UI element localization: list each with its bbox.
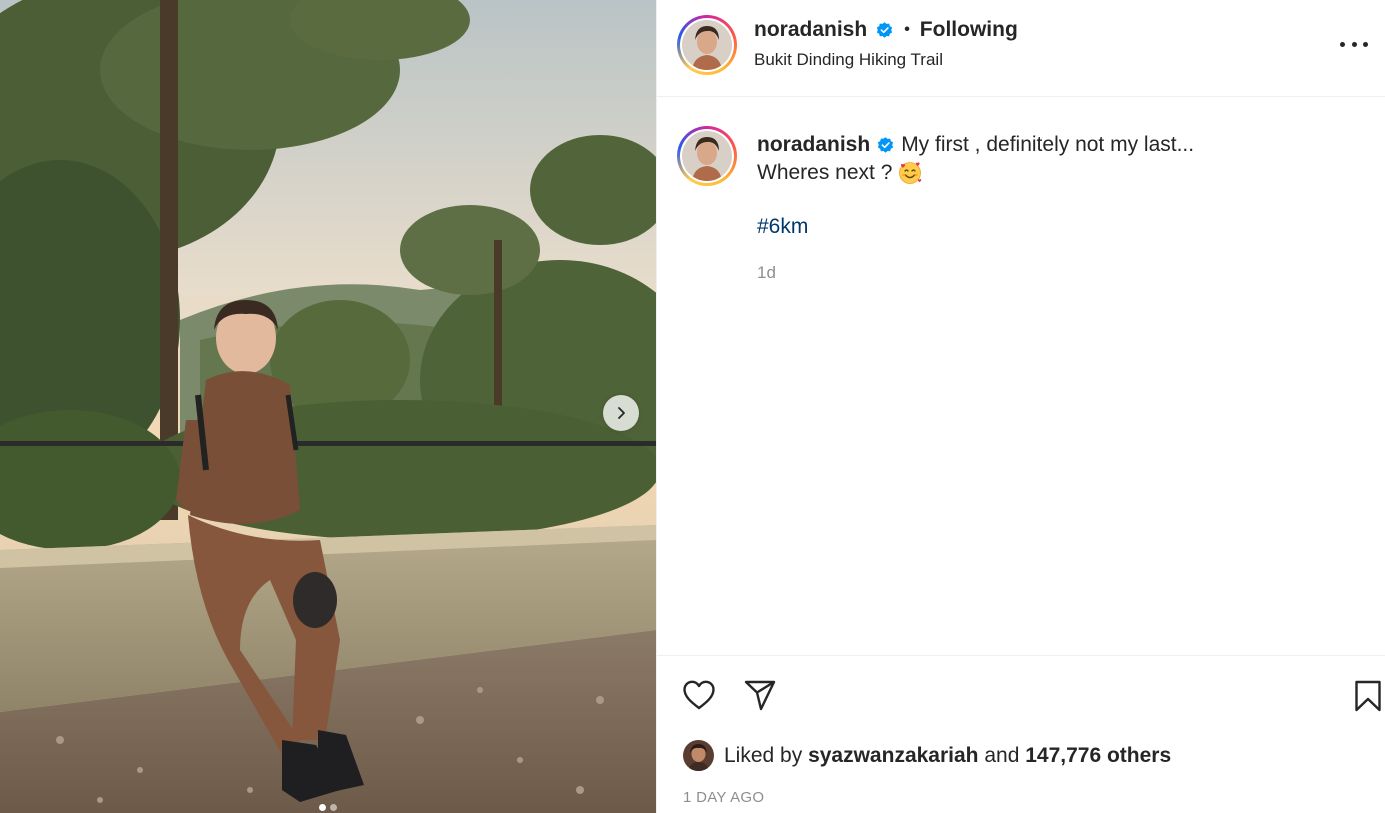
caption-timestamp[interactable]: 1d [757,263,776,283]
post-header: noradanish • Following Bukit Dinding Hik… [657,0,1385,97]
post-details-panel: noradanish • Following Bukit Dinding Hik… [656,0,1385,813]
bookmark-icon[interactable] [1350,678,1385,714]
dot-separator: • [904,21,910,38]
liked-by-others[interactable]: 147,776 others [1025,744,1171,767]
hashtag-link[interactable]: #6km [757,215,808,239]
smiling-face-with-hearts-emoji [898,161,922,185]
caption-second-line: Wheres next ? [757,161,922,185]
caption-text-line2: Wheres next ? [757,161,893,184]
likes-text: Liked by syazwanzakariah and 147,776 oth… [724,744,1171,768]
carousel-next-button[interactable] [603,395,639,431]
post-media[interactable] [0,0,656,813]
caption-author-avatar[interactable] [677,126,737,186]
author-username[interactable]: noradanish [754,18,867,42]
following-button[interactable]: Following [920,18,1018,42]
caption-text-line1: My first , definitely not my last... [901,133,1195,156]
author-avatar[interactable] [677,15,737,75]
liked-by-prefix: Liked by [724,743,803,767]
likes-summary: Liked by syazwanzakariah and 147,776 oth… [683,740,1171,771]
liked-by-and: and [984,743,1020,767]
instagram-post-view: noradanish • Following Bukit Dinding Hik… [0,0,1385,813]
post-date[interactable]: 1 DAY AGO [683,789,764,806]
liker-avatar[interactable] [683,740,714,771]
carousel-dot-active [319,804,326,811]
carousel-dot [330,804,337,811]
caption-username[interactable]: noradanish [757,133,870,157]
paper-plane-icon[interactable] [742,677,778,713]
post-photo [0,0,656,813]
post-actions: Liked by syazwanzakariah and 147,776 oth… [657,655,1385,813]
post-location[interactable]: Bukit Dinding Hiking Trail [754,50,943,70]
liked-by-username[interactable]: syazwanzakariah [808,744,978,767]
carousel-indicator [0,804,656,811]
post-caption: noradanish My first , definitely not my … [657,97,1385,655]
more-options-icon[interactable] [1340,32,1368,56]
avatar-image [682,20,732,70]
header-user-row: noradanish • Following [754,18,1018,42]
avatar-image [682,131,732,181]
verified-badge-icon [875,21,894,40]
verified-badge-icon [876,136,895,155]
heart-icon[interactable] [681,677,717,713]
caption-first-line: noradanish My first , definitely not my … [757,133,1194,157]
chevron-right-icon [618,407,625,419]
